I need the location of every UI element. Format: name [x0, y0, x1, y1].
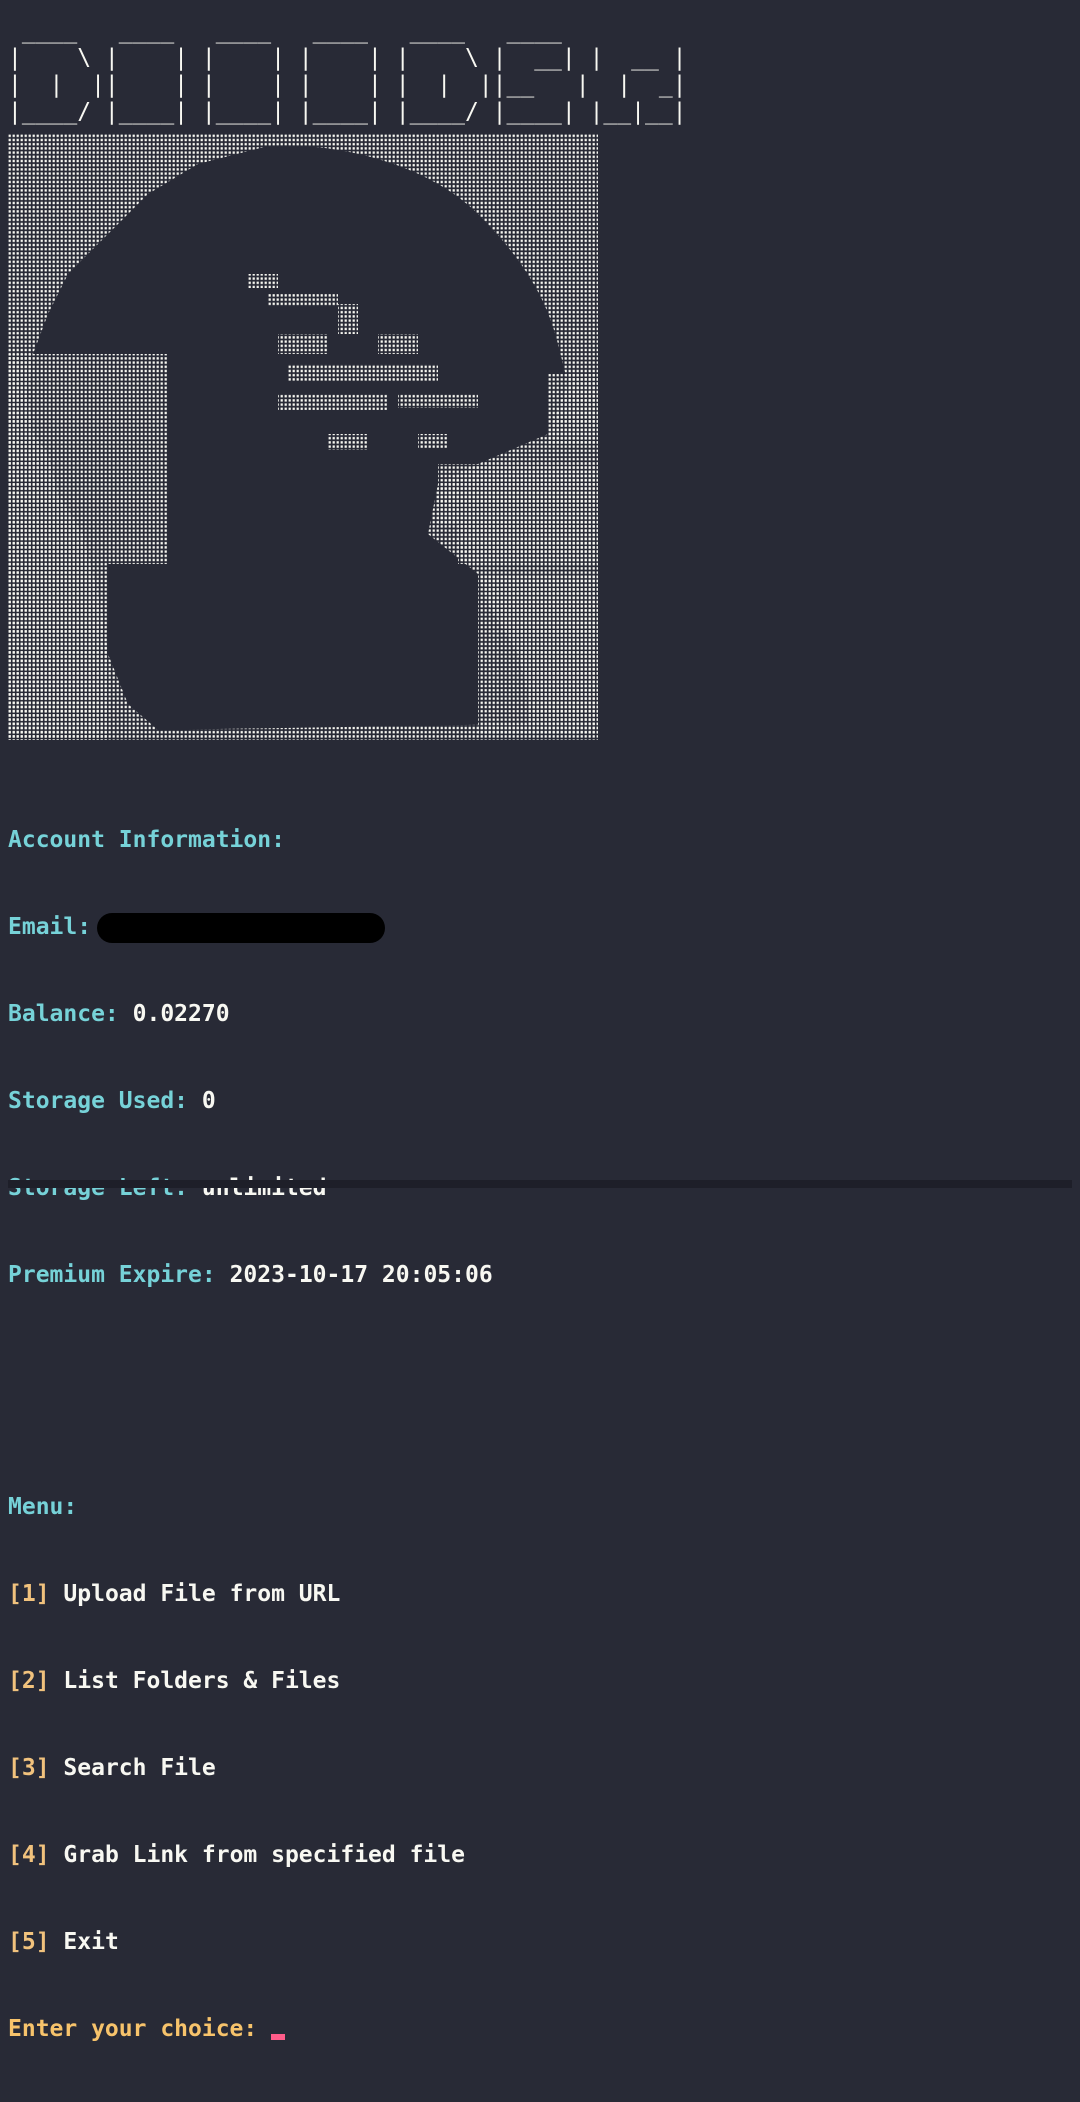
storage-used-row: Storage Used: 0 — [8, 1087, 493, 1116]
braille-art-canvas — [8, 134, 598, 740]
menu-item-key: [5] — [8, 1929, 50, 1955]
menu-item-label: Upload File from URL — [63, 1581, 341, 1607]
menu-heading: Menu: — [8, 1494, 78, 1520]
storage-used-value: 0 — [201, 1088, 216, 1114]
menu-item-label: Search File — [63, 1755, 216, 1781]
ascii-logo: ____ ____ ____ ____ ____ ____ | \ | | | … — [8, 18, 687, 125]
menu-item-key: [2] — [8, 1668, 50, 1694]
menu-item-upload[interactable]: [1] Upload File from URL — [8, 1580, 493, 1609]
text-cursor[interactable] — [271, 2033, 286, 2040]
menu-heading-row: Menu: — [8, 1493, 493, 1522]
menu-item-key: [3] — [8, 1755, 50, 1781]
menu-item-grab-link[interactable]: [4] Grab Link from specified file — [8, 1841, 493, 1870]
account-heading: Account Information: — [8, 827, 285, 853]
balance-row: Balance: 0.02270 — [8, 1000, 493, 1029]
storage-left-label: Storage Left: — [8, 1175, 189, 1201]
email-row: Email: — [8, 912, 493, 943]
choice-prompt-row[interactable]: Enter your choice: — [8, 2015, 493, 2044]
menu-item-label: List Folders & Files — [63, 1668, 341, 1694]
account-heading-row: Account Information: — [8, 826, 493, 855]
choice-prompt: Enter your choice: — [8, 2016, 258, 2042]
email-redaction — [97, 912, 386, 943]
menu-item-key: [4] — [8, 1842, 50, 1868]
menu-item-search[interactable]: [3] Search File — [8, 1754, 493, 1783]
email-label: Email: — [8, 914, 92, 940]
menu-item-key: [1] — [8, 1581, 50, 1607]
storage-used-label: Storage Used: — [8, 1088, 189, 1114]
premium-expire-value: 2023-10-17 20:05:06 — [229, 1262, 493, 1288]
balance-label: Balance: — [8, 1001, 119, 1027]
menu-item-label: Exit — [63, 1929, 119, 1955]
storage-left-row: Storage Left: unlimited — [8, 1174, 493, 1203]
premium-expire-label: Premium Expire: — [8, 1262, 216, 1288]
terminal-bottom-edge — [8, 1180, 1072, 1188]
terminal-window: ____ ____ ____ ____ ____ ____ | \ | | | … — [0, 0, 1080, 2042]
menu-item-exit[interactable]: [5] Exit — [8, 1928, 493, 1957]
menu-item-list[interactable]: [2] List Folders & Files — [8, 1667, 493, 1696]
menu-item-label: Grab Link from specified file — [63, 1842, 465, 1868]
account-panel: Account Information: Email: Balance: 0.0… — [8, 768, 493, 2102]
balance-value: 0.02270 — [132, 1001, 230, 1027]
premium-expire-row: Premium Expire: 2023-10-17 20:05:06 — [8, 1261, 493, 1290]
braille-portrait-art — [8, 134, 598, 740]
storage-left-value: unlimited — [201, 1175, 327, 1201]
